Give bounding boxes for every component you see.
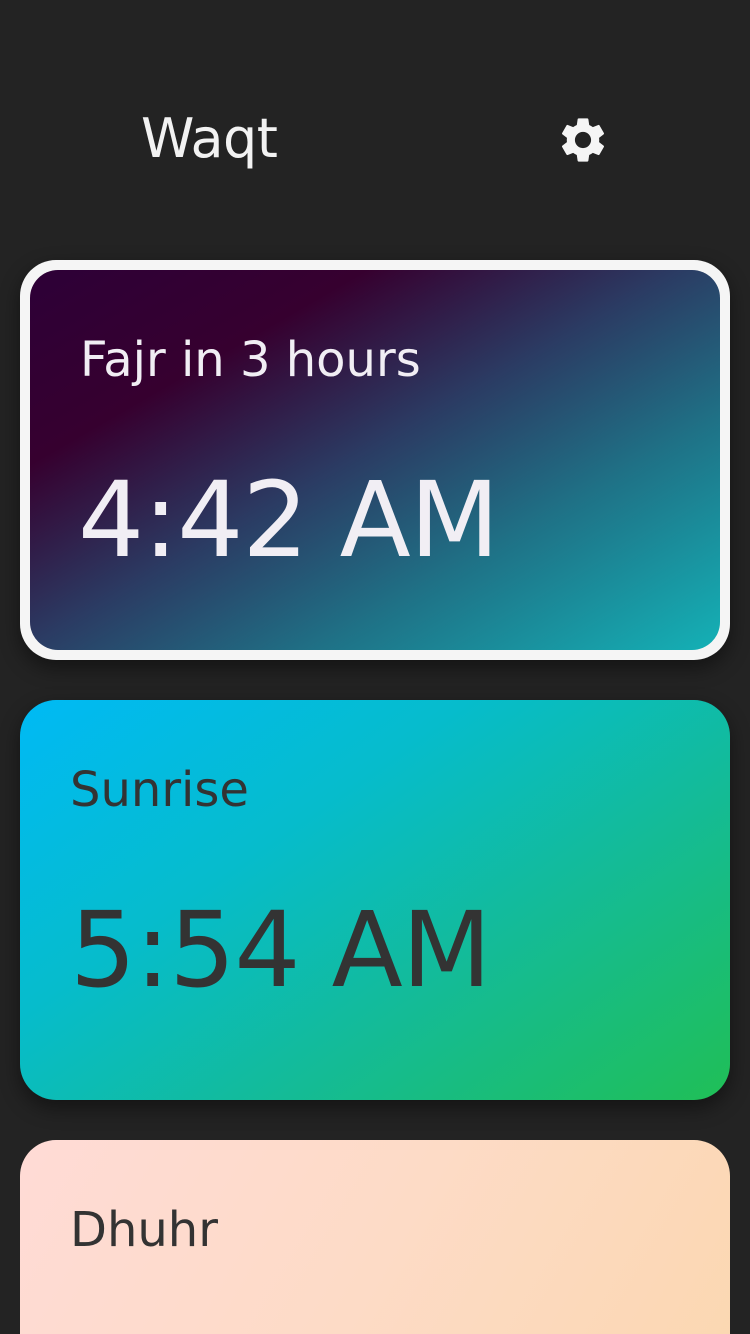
prayer-name: Fajr in 3 hours — [80, 332, 421, 388]
prayer-card-fajr-inner: Fajr in 3 hours 4:42 AM — [30, 270, 720, 650]
prayer-card-fajr[interactable]: Fajr in 3 hours 4:42 AM — [20, 260, 730, 660]
prayer-time: 4:42 AM — [78, 459, 499, 581]
settings-button[interactable] — [551, 108, 615, 172]
app-root: Waqt Fajr in 3 hours 4:42 AM Sunrise 5:5… — [0, 0, 750, 1334]
prayer-time: 5:54 AM — [70, 889, 491, 1011]
gear-icon — [561, 118, 605, 162]
header: Waqt — [0, 0, 750, 250]
prayer-card-sunrise[interactable]: Sunrise 5:54 AM — [20, 700, 730, 1100]
prayer-card-dhuhr[interactable]: Dhuhr — [20, 1140, 730, 1334]
app-title: Waqt — [141, 107, 278, 170]
prayer-name: Dhuhr — [70, 1202, 218, 1258]
prayer-name: Sunrise — [70, 762, 249, 818]
